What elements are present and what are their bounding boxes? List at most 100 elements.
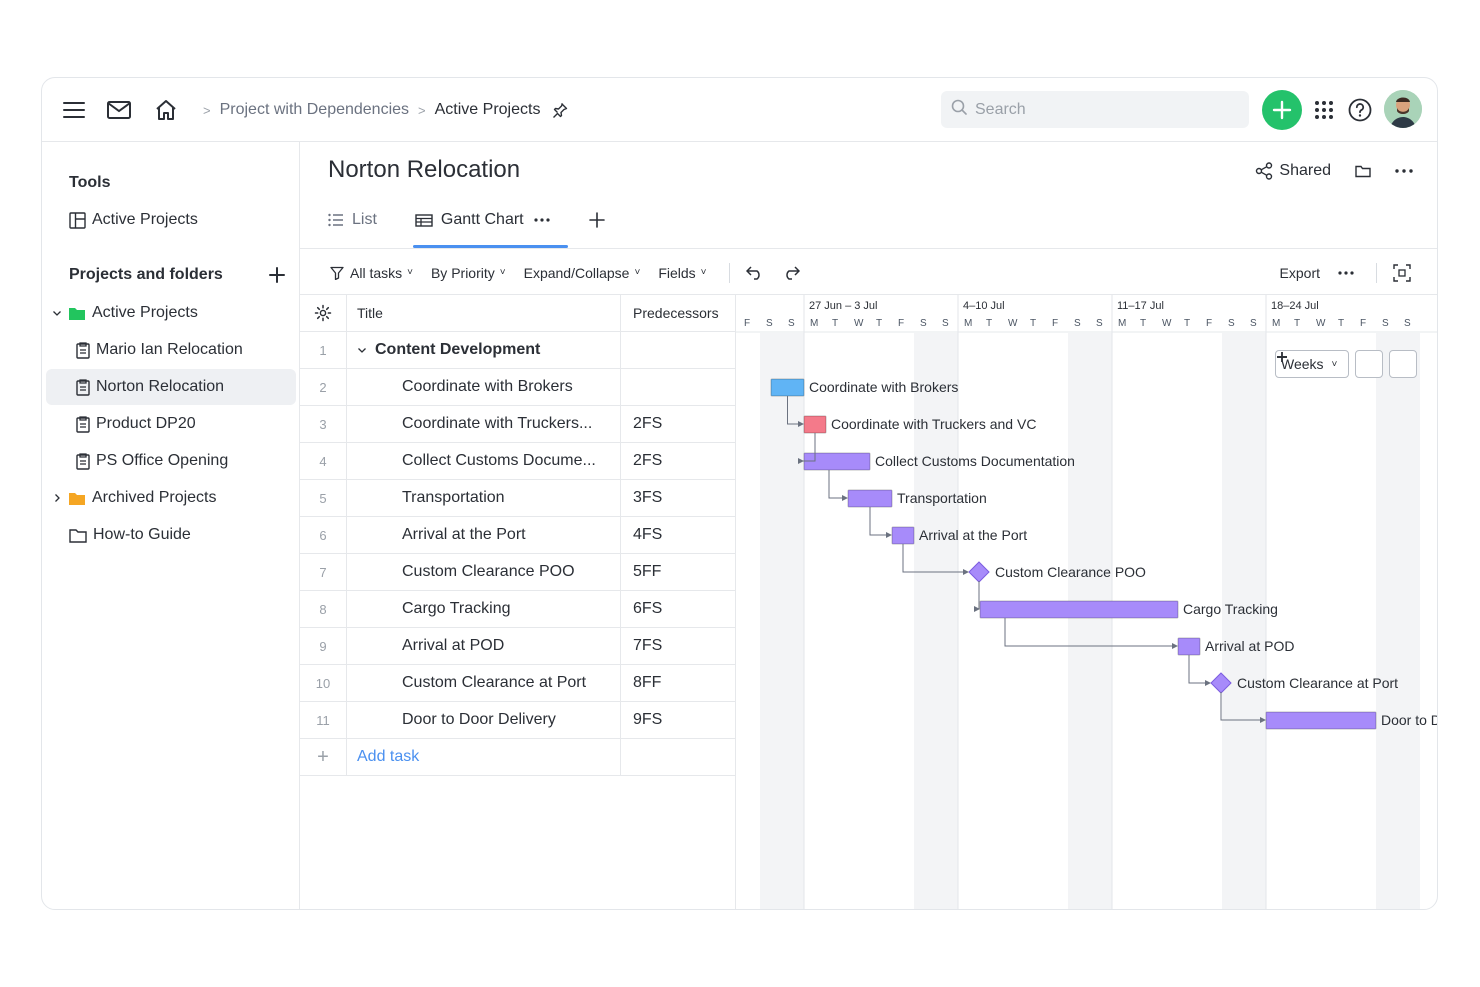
predecessor-cell[interactable] [621,332,736,368]
table-row[interactable]: 5 Transportation 3FS [300,480,736,517]
task-title-cell[interactable]: Transportation [347,480,621,516]
breadcrumb-project[interactable]: Project with Dependencies [220,101,409,119]
projects-heading: Projects and folders [69,266,223,283]
task-title-cell[interactable]: Custom Clearance at Port [347,665,621,701]
sidebar-item-active-projects[interactable]: Active Projects [46,295,296,331]
expand-collapse-button[interactable]: Expand/Collapse ˅ [524,265,641,281]
add-view-button[interactable] [588,204,606,236]
table-row[interactable]: 9 Arrival at POD 7FS [300,628,736,665]
predecessor-cell[interactable]: 3FS [621,480,736,516]
table-row-group[interactable]: 1 Content Development [300,332,736,369]
gantt-bar[interactable] [1177,637,1201,656]
mail-icon[interactable] [107,98,131,122]
sidebar-item-how-to-guide[interactable]: How-to Guide [46,517,296,553]
predecessor-cell[interactable]: 7FS [621,628,736,664]
priority-sort[interactable]: By Priority ˅ [431,265,506,281]
sidebar-item-mario-ian-relocation[interactable]: Mario Ian Relocation [46,332,296,368]
chevron-down-icon[interactable] [357,345,367,355]
search-box[interactable] [941,91,1249,128]
tab-more-icon[interactable] [534,218,550,222]
task-title-cell[interactable]: Coordinate with Truckers... [347,406,621,442]
shared-button[interactable]: Shared [1255,162,1331,180]
table-row[interactable]: 10 Custom Clearance at Port 8FF [300,665,736,702]
predecessor-cell[interactable]: 4FS [621,517,736,553]
predecessor-cell[interactable]: 6FS [621,591,736,627]
gantt-milestone[interactable] [968,561,990,583]
gantt-bar[interactable] [979,600,1179,619]
gantt-bar[interactable] [803,415,827,434]
home-icon[interactable] [154,98,178,122]
task-title-cell[interactable]: Coordinate with Brokers [347,369,621,405]
task-title-cell[interactable]: Door to Door Delivery [347,702,621,738]
gantt-bar[interactable] [770,378,805,397]
task-title-cell[interactable]: Collect Customs Docume... [347,443,621,479]
redo-icon[interactable] [782,265,800,280]
zoom-out-button[interactable] [1277,350,1383,378]
tab-gantt-chart[interactable]: Gantt Chart [412,204,568,248]
hamburger-menu-icon[interactable] [62,98,86,122]
page-title: Norton Relocation [328,156,521,183]
chevron-down-icon[interactable] [50,308,64,318]
folder-icon[interactable] [1355,165,1371,178]
table-row[interactable]: 8 Cargo Tracking 6FS [300,591,736,628]
dependency-line [869,507,890,536]
column-header-title[interactable]: Title [347,295,621,331]
apps-grid-icon[interactable] [1312,98,1336,122]
sidebar-item-label: Product DP20 [96,415,196,432]
task-title-cell[interactable]: Arrival at POD [347,628,621,664]
task-title-cell[interactable]: Arrival at the Port [347,517,621,553]
task-title-cell[interactable]: Custom Clearance POO [347,554,621,590]
all-tasks-filter[interactable]: All tasks ˅ [330,265,413,281]
week-label: 4–10 Jul [963,300,1005,312]
table-row[interactable]: 2 Coordinate with Brokers [300,369,736,406]
group-title-cell[interactable]: Content Development [347,332,621,368]
breadcrumb-separator-icon: > [418,102,426,118]
gantt-task-label: Custom Clearance at Port [1237,675,1398,691]
fields-button[interactable]: Fields ˅ [658,265,706,281]
table-row[interactable]: 11 Door to Door Delivery 9FS [300,702,736,739]
gantt-bar[interactable] [1265,711,1377,730]
predecessor-cell[interactable]: 8FF [621,665,736,701]
gantt-bar[interactable] [891,526,915,545]
predecessor-cell[interactable]: 5FF [621,554,736,590]
column-header-predecessors[interactable]: Predecessors [621,295,736,331]
table-row[interactable]: 4 Collect Customs Docume... 2FS [300,443,736,480]
all-tasks-label: All tasks [350,264,403,281]
more-options-icon[interactable] [1395,169,1413,173]
zoom-in-button[interactable] [1277,350,1417,378]
gantt-task-label: Door to Door Delivery [1381,712,1437,728]
sidebar-item-ps-office-opening[interactable]: PS Office Opening [46,443,296,479]
help-icon[interactable] [1348,98,1372,122]
export-button[interactable]: Export [1280,265,1320,281]
sidebar-item-norton-relocation[interactable]: Norton Relocation [46,369,296,405]
day-label: T [1030,318,1036,329]
chevron-right-icon[interactable] [50,493,64,503]
sidebar-item-product-dp20[interactable]: Product DP20 [46,406,296,442]
table-row[interactable]: 3 Coordinate with Truckers... 2FS [300,406,736,443]
add-new-button[interactable] [1262,90,1302,130]
add-task-link[interactable]: Add task [347,739,621,775]
table-settings-icon[interactable] [300,295,347,331]
pin-icon[interactable] [552,102,568,118]
table-row[interactable]: 6 Arrival at the Port 4FS [300,517,736,554]
gantt-bar[interactable] [847,489,893,508]
predecessor-cell[interactable]: 9FS [621,702,736,738]
day-label: F [744,318,750,329]
fullscreen-icon[interactable] [1393,263,1411,282]
predecessor-cell[interactable]: 2FS [621,406,736,442]
add-project-button[interactable] [268,266,286,289]
search-input[interactable] [975,100,1235,119]
breadcrumb-current[interactable]: Active Projects [435,101,541,119]
tab-list[interactable]: List [328,204,377,236]
row-number: 10 [300,665,347,701]
undo-icon[interactable] [745,265,764,280]
sidebar-item-active-projects-board[interactable]: Active Projects [46,202,296,238]
add-task-plus-icon[interactable]: + [300,739,347,775]
predecessor-cell[interactable] [621,369,736,405]
table-row[interactable]: 7 Custom Clearance POO 5FF [300,554,736,591]
sidebar-item-archived-projects[interactable]: Archived Projects [46,480,296,516]
user-avatar[interactable] [1384,90,1422,128]
toolbar-more-icon[interactable] [1338,270,1354,275]
predecessor-cell[interactable]: 2FS [621,443,736,479]
task-title-cell[interactable]: Cargo Tracking [347,591,621,627]
